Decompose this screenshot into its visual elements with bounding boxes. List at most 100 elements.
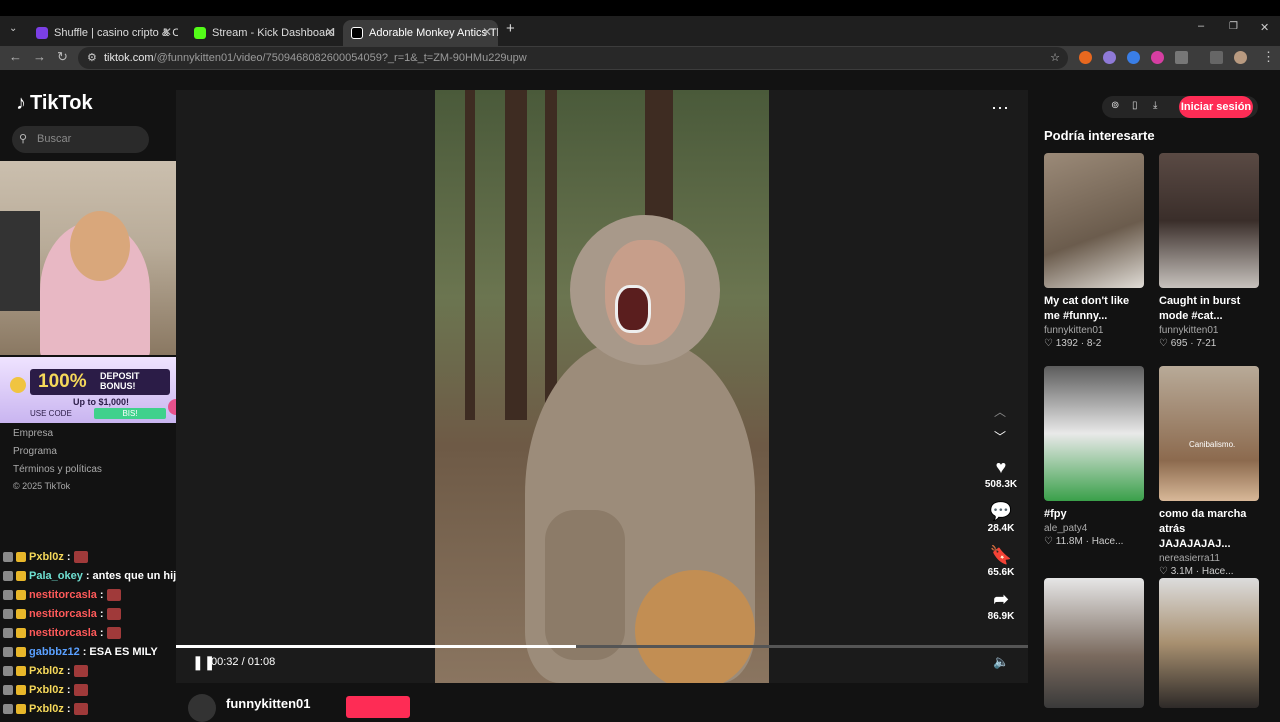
share-button[interactable]: ➦ 86.9K <box>981 589 1021 622</box>
suggestion-card[interactable]: My cat don't like me #funny... funnykitt… <box>1044 153 1144 349</box>
suggestion-caption[interactable]: Caught in burst mode #cat... <box>1159 294 1259 324</box>
next-video-icon[interactable]: ﹀ <box>994 428 1006 445</box>
chat-crown-icon <box>16 551 26 562</box>
profile-avatar[interactable] <box>1234 51 1247 64</box>
minimize-icon[interactable]: – <box>1198 20 1204 32</box>
search-placeholder: Buscar <box>37 133 72 145</box>
kick-favicon-icon <box>194 27 206 39</box>
chat-username[interactable]: Pxbl0z <box>29 703 64 715</box>
close-tab-icon[interactable]: ✕ <box>482 25 492 39</box>
stream-chat-overlay: Pxbl0z: Pala_okey: antes que un hijoo nesti… <box>3 547 190 718</box>
video-progress-bar[interactable] <box>176 645 1028 648</box>
suggestion-caption[interactable]: como da marcha atrás JAJAJAJAJ... <box>1159 507 1259 552</box>
phone-icon[interactable]: ▯ <box>1132 100 1138 111</box>
suggestion-thumbnail[interactable] <box>1044 578 1144 708</box>
monkey-video[interactable] <box>435 90 769 683</box>
previous-video-icon[interactable]: ︿ <box>994 403 1006 420</box>
site-info-icon[interactable]: ⚙ <box>87 47 97 69</box>
suggestion-author[interactable]: funnykitten01 <box>1044 325 1144 336</box>
chat-username[interactable]: nestitorcasla <box>29 627 97 639</box>
chat-badge-icon <box>3 589 13 600</box>
suggestion-card[interactable] <box>1159 578 1259 708</box>
more-options-icon[interactable]: ⋯ <box>991 98 1010 119</box>
heart-icon: ♡ <box>1159 566 1171 577</box>
suggestion-card[interactable]: Caught in burst mode #cat... funnykitten… <box>1159 153 1259 349</box>
chat-username[interactable]: nestitorcasla <box>29 589 97 601</box>
suggestion-thumbnail[interactable]: Canibalismo. <box>1159 366 1259 501</box>
extension-wave-icon[interactable] <box>1127 51 1140 64</box>
login-button[interactable]: Iniciar sesión <box>1179 96 1253 118</box>
suggestion-thumbnail[interactable] <box>1159 578 1259 708</box>
close-window-icon[interactable]: ✕ <box>1260 21 1269 34</box>
chat-badge-icon <box>3 684 13 695</box>
forward-icon[interactable]: → <box>33 49 46 64</box>
promo-use-code: USE CODE <box>30 409 72 418</box>
download-icon[interactable]: ⤓ <box>1153 100 1157 111</box>
monkey-tail <box>635 570 755 683</box>
bookmark-icon: 🔖 <box>989 545 1013 565</box>
search-input[interactable]: ⚲ Buscar <box>12 126 149 153</box>
suggestion-author[interactable]: ale_paty4 <box>1044 523 1144 534</box>
footer-link-empresa[interactable]: Empresa <box>13 428 102 446</box>
tab-tiktok[interactable]: Adorable Monkey Antics Th ✕ <box>343 20 498 46</box>
coin-icon[interactable]: ⊚ <box>1111 100 1119 111</box>
chat-emote-icon <box>73 550 88 563</box>
suggestion-caption[interactable]: My cat don't like me #funny... <box>1044 294 1144 324</box>
chat-username[interactable]: Pxbl0z <box>29 551 64 563</box>
tab-title: Adorable Monkey Antics Th <box>369 27 498 39</box>
tab-list-dropdown-icon[interactable]: ⌄ <box>9 23 17 34</box>
suggestion-thumbnail[interactable] <box>1044 153 1144 288</box>
suggestion-card[interactable] <box>1044 578 1144 708</box>
suggestion-card[interactable]: #fpy ale_paty4 ♡ 11.8M · Hace... <box>1044 366 1144 547</box>
browser-menu-icon[interactable]: ⋮ <box>1262 49 1275 65</box>
suggestion-author[interactable]: funnykitten01 <box>1159 325 1259 336</box>
reload-icon[interactable]: ↻ <box>57 49 68 65</box>
suggestion-thumbnail[interactable] <box>1159 153 1259 288</box>
address-bar-row: ← → ↻ ⚙ tiktok.com/@funnykitten01/video/… <box>0 46 1280 70</box>
suggestion-thumbnail[interactable] <box>1044 366 1144 501</box>
like-button[interactable]: ♥ 508.3K <box>981 457 1021 490</box>
chat-message: Pxbl0z: <box>3 680 190 699</box>
chat-username[interactable]: Pxbl0z <box>29 665 64 677</box>
video-player[interactable]: ⋯ ︿ ﹀ ♥ 508.3K 💬 28.4K 🔖 65.6K ➦ 86.9K ❚… <box>176 90 1028 683</box>
close-tab-icon[interactable]: ✕ <box>325 25 335 39</box>
save-button[interactable]: 🔖 65.6K <box>981 545 1021 578</box>
tiktok-logo[interactable]: ♪ TikTok <box>16 92 93 115</box>
chat-username[interactable]: nestitorcasla <box>29 608 97 620</box>
suggestion-card[interactable]: Canibalismo. como da marcha atrás JAJAJA… <box>1159 366 1259 577</box>
chat-message: nestitorcasla: <box>3 585 190 604</box>
bookmark-star-icon[interactable]: ☆ <box>1050 47 1060 69</box>
close-tab-icon[interactable]: ✕ <box>162 25 172 39</box>
author-avatar[interactable] <box>188 694 216 722</box>
chat-message: Pxbl0z: <box>3 699 190 718</box>
chat-username[interactable]: Pala_okey <box>29 570 83 582</box>
back-icon[interactable]: ← <box>9 49 22 64</box>
restore-icon[interactable]: ❐ <box>1229 21 1238 32</box>
author-name[interactable]: funnykitten01 <box>226 696 311 711</box>
tab-kick[interactable]: Stream - Kick Dashboard ✕ <box>186 20 341 46</box>
chat-username[interactable]: gabbbz12 <box>29 646 80 658</box>
new-tab-button[interactable]: + <box>506 20 515 37</box>
suggestion-author[interactable]: nereasierra11 <box>1159 553 1259 564</box>
footer-link-programa[interactable]: Programa <box>13 446 102 464</box>
comment-button[interactable]: 💬 28.4K <box>981 501 1021 534</box>
follow-button[interactable] <box>346 696 410 718</box>
tiktok-note-icon: ♪ <box>16 92 26 114</box>
url-field[interactable]: ⚙ tiktok.com/@funnykitten01/video/750946… <box>78 47 1068 69</box>
extension-purple-icon[interactable] <box>1103 51 1116 64</box>
tree-trunk <box>545 90 557 420</box>
suggestion-caption[interactable]: #fpy <box>1044 507 1144 522</box>
video-author-bar: funnykitten01 <box>176 692 1028 722</box>
extension-pink-icon[interactable] <box>1151 51 1164 64</box>
tab-shuffle[interactable]: Shuffle | casino cripto & Ca ✕ <box>28 20 178 46</box>
chat-username[interactable]: Pxbl0z <box>29 684 64 696</box>
media-controls-icon[interactable] <box>1210 51 1223 64</box>
footer-link-terminos[interactable]: Términos y políticas <box>13 464 102 482</box>
streamer-girl-head <box>70 211 130 281</box>
volume-icon[interactable]: 🔈 <box>993 654 1009 670</box>
extension-fox-icon[interactable] <box>1079 51 1092 64</box>
extensions-puzzle-icon[interactable] <box>1175 51 1188 64</box>
comment-icon: 💬 <box>989 501 1013 521</box>
chat-badge-icon <box>3 551 13 562</box>
tree-trunk <box>465 90 475 420</box>
